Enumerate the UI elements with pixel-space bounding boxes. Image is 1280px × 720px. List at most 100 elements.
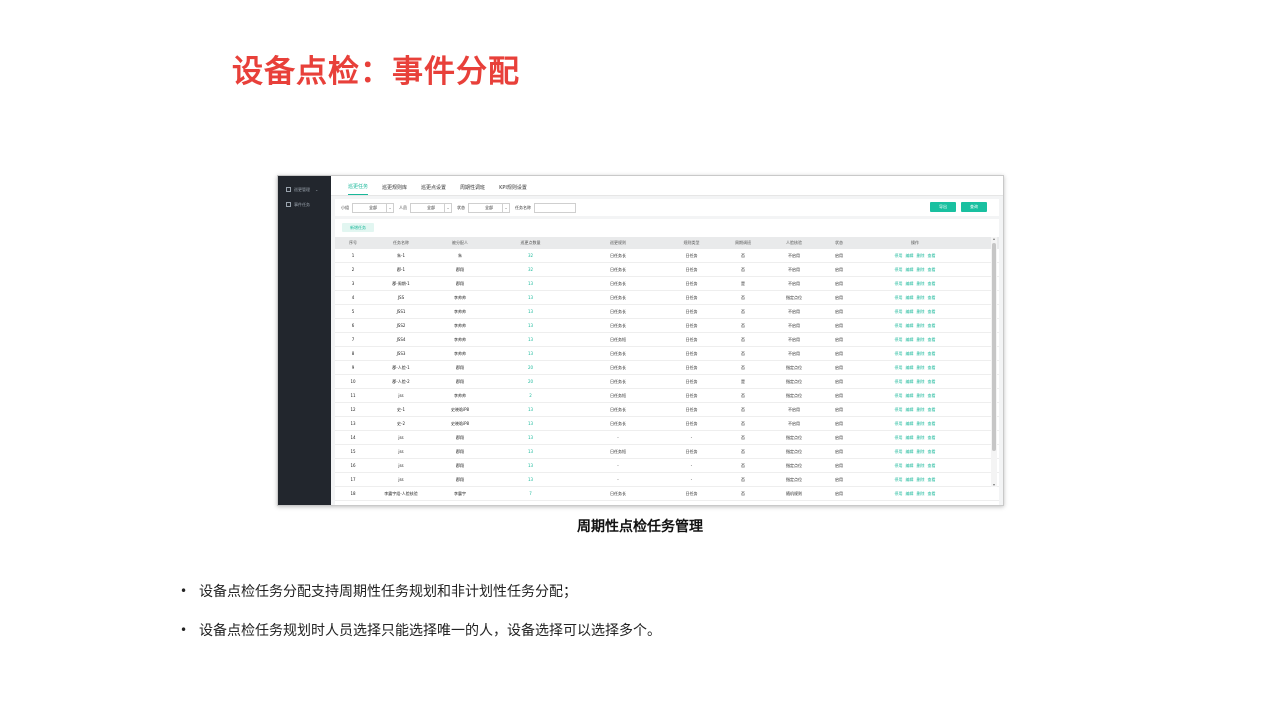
row-action-link[interactable]: 停用 xyxy=(895,365,903,371)
row-action-link[interactable]: 编辑 xyxy=(906,351,914,357)
row-action-link[interactable]: 删除 xyxy=(917,253,925,259)
row-action-link[interactable]: 编辑 xyxy=(906,337,914,343)
query-button[interactable]: 查询 xyxy=(961,202,987,212)
sidebar-item-event-task[interactable]: 事件任务 xyxy=(278,197,331,212)
row-action-link[interactable]: 停用 xyxy=(895,309,903,315)
row-action-link[interactable]: 编辑 xyxy=(906,435,914,441)
table-row[interactable]: 3 郡-周期-1 郡翔 13 日任务长 日任务 是 不启用 启用 停用 编辑 删除 查看 xyxy=(335,277,999,291)
row-action-link[interactable]: 查看 xyxy=(928,365,936,371)
tab-kpi-rules[interactable]: KPI规则设置 xyxy=(499,184,527,195)
row-action-link[interactable]: 停用 xyxy=(895,253,903,259)
row-action-link[interactable]: 编辑 xyxy=(906,463,914,469)
row-action-link[interactable]: 删除 xyxy=(917,323,925,329)
row-action-link[interactable]: 查看 xyxy=(928,309,936,315)
table-row[interactable]: 4 JSS 李帅帅 13 日任务长 日任务 否 指定点位 启用 停用 编辑 删除 查看 xyxy=(335,291,999,305)
row-action-link[interactable]: 停用 xyxy=(895,281,903,287)
row-action-link[interactable]: 查看 xyxy=(928,477,936,483)
row-action-link[interactable]: 编辑 xyxy=(906,393,914,399)
tab-patrol-points[interactable]: 巡更点设置 xyxy=(421,184,446,195)
row-action-link[interactable]: 查看 xyxy=(928,253,936,259)
table-row[interactable]: 14 jss 郡翔 13 - - 否 指定点位 启用 停用 编辑 删除 查看 xyxy=(335,431,999,445)
row-action-link[interactable]: 编辑 xyxy=(906,477,914,483)
table-row[interactable]: 13 史-2 史晓晗iP8 13 日任务长 日任务 否 不启用 启用 停用 编辑 删除 查看 xyxy=(335,417,999,431)
tab-patrol-rules[interactable]: 巡更规则库 xyxy=(382,184,407,195)
row-action-link[interactable]: 停用 xyxy=(895,407,903,413)
row-action-link[interactable]: 删除 xyxy=(917,281,925,287)
row-action-link[interactable]: 查看 xyxy=(928,449,936,455)
table-row[interactable]: 15 jss 郡翔 13 日任务短 日任务 否 指定点位 启用 停用 编辑 删除 查看 xyxy=(335,445,999,459)
row-action-link[interactable]: 删除 xyxy=(917,309,925,315)
row-action-link[interactable]: 查看 xyxy=(928,295,936,301)
row-action-link[interactable]: 编辑 xyxy=(906,253,914,259)
table-row[interactable]: 6 JSS2 李帅帅 13 日任务长 日任务 否 不启用 启用 停用 编辑 删除 查看 xyxy=(335,319,999,333)
row-action-link[interactable]: 查看 xyxy=(928,491,936,497)
row-action-link[interactable]: 编辑 xyxy=(906,281,914,287)
table-row[interactable]: 9 郡-人脸-1 郡翔 20 日任务长 日任务 否 指定点位 启用 停用 编辑 删除 查看 xyxy=(335,361,999,375)
row-action-link[interactable]: 停用 xyxy=(895,351,903,357)
row-action-link[interactable]: 删除 xyxy=(917,393,925,399)
row-action-link[interactable]: 删除 xyxy=(917,477,925,483)
table-row[interactable]: 18 李震宇组-人脸核验 李震宇 7 日任务长 日任务 否 随机规则 启用 停用 编辑 删除 查看 xyxy=(335,487,999,501)
scrollbar[interactable]: ▴ ▾ xyxy=(991,236,997,487)
row-action-link[interactable]: 查看 xyxy=(928,435,936,441)
row-action-link[interactable]: 查看 xyxy=(928,337,936,343)
table-row[interactable]: 8 JSS3 李帅帅 13 日任务长 日任务 否 不启用 启用 停用 编辑 删除 查看 xyxy=(335,347,999,361)
tab-periodic-shift[interactable]: 周期性调班 xyxy=(460,184,485,195)
row-action-link[interactable]: 编辑 xyxy=(906,323,914,329)
row-action-link[interactable]: 编辑 xyxy=(906,421,914,427)
scrollbar-thumb[interactable] xyxy=(992,243,996,451)
row-action-link[interactable]: 编辑 xyxy=(906,295,914,301)
chevron-down-icon[interactable]: ▾ xyxy=(991,482,997,487)
table-row[interactable]: 11 jss 李帅帅 2 日任务短 日任务 否 指定点位 启用 停用 编辑 删除 查看 xyxy=(335,389,999,403)
row-action-link[interactable]: 停用 xyxy=(895,337,903,343)
row-action-link[interactable]: 停用 xyxy=(895,421,903,427)
row-action-link[interactable]: 编辑 xyxy=(906,491,914,497)
row-action-link[interactable]: 删除 xyxy=(917,449,925,455)
row-action-link[interactable]: 编辑 xyxy=(906,267,914,273)
row-action-link[interactable]: 停用 xyxy=(895,477,903,483)
row-action-link[interactable]: 删除 xyxy=(917,295,925,301)
row-action-link[interactable]: 停用 xyxy=(895,449,903,455)
row-action-link[interactable]: 编辑 xyxy=(906,379,914,385)
row-action-link[interactable]: 删除 xyxy=(917,435,925,441)
row-action-link[interactable]: 编辑 xyxy=(906,365,914,371)
row-action-link[interactable]: 停用 xyxy=(895,463,903,469)
row-action-link[interactable]: 查看 xyxy=(928,463,936,469)
row-action-link[interactable]: 查看 xyxy=(928,379,936,385)
row-action-link[interactable]: 删除 xyxy=(917,351,925,357)
tab-patrol-task[interactable]: 巡更任务 xyxy=(348,183,369,195)
task-name-input[interactable] xyxy=(534,202,576,213)
row-action-link[interactable]: 编辑 xyxy=(906,309,914,315)
row-action-link[interactable]: 删除 xyxy=(917,337,925,343)
row-action-link[interactable]: 停用 xyxy=(895,379,903,385)
row-action-link[interactable]: 查看 xyxy=(928,281,936,287)
table-row[interactable]: 2 郡-1 郡翔 32 日任务长 日任务 否 不启用 启用 停用 编辑 删除 查看 xyxy=(335,263,999,277)
group-select[interactable]: 全部 ⌄ xyxy=(352,202,394,213)
row-action-link[interactable]: 停用 xyxy=(895,295,903,301)
row-action-link[interactable]: 停用 xyxy=(895,267,903,273)
row-action-link[interactable]: 删除 xyxy=(917,365,925,371)
row-action-link[interactable]: 删除 xyxy=(917,379,925,385)
row-action-link[interactable]: 删除 xyxy=(917,421,925,427)
table-row[interactable]: 10 郡-人脸-2 郡翔 20 日任务长 日任务 是 指定点位 启用 停用 编辑 删除 查看 xyxy=(335,375,999,389)
row-action-link[interactable]: 删除 xyxy=(917,267,925,273)
table-row[interactable]: 5 JSS1 李帅帅 13 日任务长 日任务 否 不启用 启用 停用 编辑 删除 查看 xyxy=(335,305,999,319)
row-action-link[interactable]: 停用 xyxy=(895,393,903,399)
row-action-link[interactable]: 查看 xyxy=(928,421,936,427)
row-action-link[interactable]: 停用 xyxy=(895,323,903,329)
row-action-link[interactable]: 查看 xyxy=(928,407,936,413)
row-action-link[interactable]: 删除 xyxy=(917,407,925,413)
table-row[interactable]: 17 jss 郡翔 13 - - 否 指定点位 启用 停用 编辑 删除 查看 xyxy=(335,473,999,487)
table-row[interactable]: 7 JSS4 李帅帅 13 日任务短 日任务 否 不启用 启用 停用 编辑 删除 查看 xyxy=(335,333,999,347)
table-row[interactable]: 16 jss 郡翔 13 - - 否 指定点位 启用 停用 编辑 删除 查看 xyxy=(335,459,999,473)
row-action-link[interactable]: 查看 xyxy=(928,351,936,357)
person-select[interactable]: 全部 ⌄ xyxy=(410,202,452,213)
row-action-link[interactable]: 查看 xyxy=(928,267,936,273)
row-action-link[interactable]: 删除 xyxy=(917,491,925,497)
row-action-link[interactable]: 停用 xyxy=(895,435,903,441)
row-action-link[interactable]: 编辑 xyxy=(906,407,914,413)
row-action-link[interactable]: 删除 xyxy=(917,463,925,469)
status-select[interactable]: 全部 ⌄ xyxy=(468,202,510,213)
row-action-link[interactable]: 编辑 xyxy=(906,449,914,455)
table-row[interactable]: 1 朱-1 朱 32 日任务长 日任务 否 不启用 启用 停用 编辑 删除 查看 xyxy=(335,249,999,263)
